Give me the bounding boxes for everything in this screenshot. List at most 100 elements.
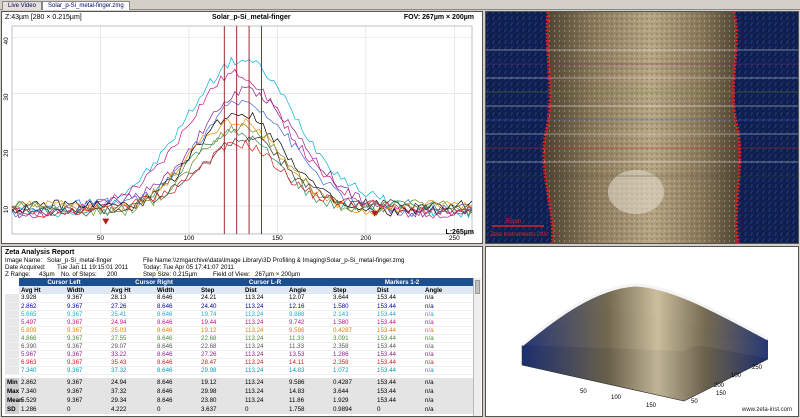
stats-row: Mean 5.529 9.367 29.34 8.646 23.80 113.24 11.86… <box>5 396 473 405</box>
table-cell: 19.74 <box>199 310 244 319</box>
table-cell: 113.24 <box>243 294 288 303</box>
table-cell: 11.33 <box>287 342 332 351</box>
stats-label: Mean <box>5 396 23 405</box>
table-cell: 153.44 <box>375 318 424 327</box>
table-cell: n/a <box>423 318 474 327</box>
profile-series-line <box>11 99 473 218</box>
table-cell: 9.888 <box>287 310 332 319</box>
stats-cell: 0 <box>243 405 287 414</box>
stats-cell: 9.367 <box>65 396 109 405</box>
table-row[interactable]: 5.967 9.367 33.22 8.646 27.26 113.24 13.53 1.28… <box>5 350 474 359</box>
table-cell: 24.94 <box>109 318 156 327</box>
surface-image: 50µm Zeta Instruments 20X <box>486 12 798 243</box>
group-header: Cursor Right <box>109 278 200 286</box>
row-selector[interactable] <box>5 318 19 327</box>
table-row[interactable]: 5.665 9.367 25.41 8.646 19.74 113.24 9.888 2.14… <box>5 310 474 319</box>
table-row[interactable]: 3.928 9.367 28.13 8.646 24.21 113.24 12.07 3.64… <box>5 294 474 303</box>
stats-cell: 113.24 <box>243 387 287 396</box>
table-cell: 6.963 <box>19 358 65 367</box>
table-row[interactable]: 7.340 9.367 37.32 8.646 29.98 113.24 14.83 1.07… <box>5 366 474 375</box>
marker-triangle[interactable] <box>102 218 110 225</box>
stats-cell: 19.12 <box>199 378 243 387</box>
stats-cell: 3.637 <box>199 405 243 414</box>
3d-plot-panel[interactable]: 50 100 150 200 250 50 100 150 www.zeta-i… <box>485 246 799 417</box>
stats-cell: 153.44 <box>375 378 423 387</box>
scrollbar-thumb[interactable] <box>475 280 480 294</box>
row-selector[interactable] <box>5 334 19 343</box>
table-cell: 9.367 <box>65 326 110 335</box>
table-cell: 33.22 <box>109 350 156 359</box>
table-cell: 8.646 <box>155 342 200 351</box>
report-scrollbar[interactable] <box>473 278 481 416</box>
table-cell: 28.47 <box>199 358 244 367</box>
table-cell: 19.12 <box>199 326 244 335</box>
stats-cell: 37.32 <box>109 387 155 396</box>
y-tick-label: 40 <box>3 37 10 45</box>
table-cell: 22.68 <box>199 342 244 351</box>
x-tick-label: 100 <box>183 235 194 242</box>
table-cell: 153.44 <box>375 350 424 359</box>
stats-cell: 29.34 <box>109 396 155 405</box>
row-selector[interactable] <box>5 326 19 335</box>
stats-cell: 7.340 <box>19 387 65 396</box>
stats-cell: 153.44 <box>375 396 423 405</box>
table-cell: 12.16 <box>287 302 332 311</box>
row-selector[interactable] <box>5 358 19 367</box>
table-row[interactable]: 2.862 9.367 27.26 8.646 24.40 113.24 12.16 1.58… <box>5 302 474 311</box>
profile-chart[interactable]: 50 100 150 200 250 10 20 30 40 <box>2 12 482 243</box>
row-selector[interactable] <box>5 350 19 359</box>
stats-cell: 29.98 <box>199 387 243 396</box>
table-row[interactable]: 4.866 9.367 27.55 8.646 22.68 113.24 11.33 3.09… <box>5 334 474 343</box>
profile-chart-panel[interactable]: 50 100 150 200 250 10 20 30 40 Z:43µm [280 × 0.2… <box>1 11 483 244</box>
row-selector[interactable] <box>5 366 19 375</box>
report-meta-line-2: Date Acquired: Tue Jan 11 19:15:01 2011 To… <box>5 264 234 271</box>
stats-cell: 9.367 <box>65 378 109 387</box>
table-cell: n/a <box>423 358 474 367</box>
table-row[interactable]: 6.963 9.367 35.43 8.646 28.47 113.24 14.11 2.35… <box>5 358 474 367</box>
table-cell: n/a <box>423 350 474 359</box>
table-row[interactable]: 6.390 9.367 29.07 8.646 22.68 113.24 11.33 2.35… <box>5 342 474 351</box>
report-meta-line-3: Z Range: 43µm No. of Steps: 200 Step Size: 0.… <box>5 271 300 278</box>
table-cell: 14.11 <box>287 358 332 367</box>
column-header: Angle <box>287 286 332 294</box>
table-cell: 24.40 <box>199 302 244 311</box>
stats-cell: 8.646 <box>155 387 199 396</box>
analysis-report-panel: Zeta Analysis Report Image Name: Solar_p-… <box>1 246 483 417</box>
stats-row: SD 1.286 0 4.222 0 3.637 0 1.758 0.9894 0 n/a <box>5 405 473 414</box>
file-name-label: File Name: <box>143 257 173 264</box>
table-cell: 8.646 <box>155 334 200 343</box>
z-range-value: 43µm <box>39 271 55 278</box>
table-cell: 13.53 <box>287 350 332 359</box>
group-header-row: Cursor Left Cursor Right Cursor L-R Mark… <box>5 278 474 286</box>
table-row[interactable]: 5.809 9.367 25.03 8.646 19.12 113.24 9.586 0.42… <box>5 326 474 335</box>
stats-cell: 9.367 <box>65 387 109 396</box>
stats-cell: 153.44 <box>375 387 423 396</box>
table-cell: 28.13 <box>109 294 156 303</box>
x-tick-label: 50 <box>97 235 105 242</box>
stats-cell: 3.644 <box>331 387 375 396</box>
tab-live-video[interactable]: Live Video <box>2 1 42 10</box>
table-cell: 8.646 <box>155 294 200 303</box>
table-cell: n/a <box>423 334 474 343</box>
table-cell: 9.367 <box>65 366 110 375</box>
tab-zmg-file[interactable]: Solar_p-Si_metal-finger.zmg <box>42 1 130 10</box>
table-cell: 4.866 <box>19 334 65 343</box>
table-row[interactable]: 5.497 9.367 24.94 8.646 19.44 113.24 9.742 1.58… <box>5 318 474 327</box>
table-cell: 14.83 <box>287 366 332 375</box>
row-selector[interactable] <box>5 302 19 311</box>
stats-cell: n/a <box>423 405 473 414</box>
stats-cell: 0.4287 <box>331 378 375 387</box>
table-cell: 113.24 <box>243 342 288 351</box>
table-cell: 7.340 <box>19 366 65 375</box>
row-selector[interactable] <box>5 294 19 303</box>
table-cell: 3.644 <box>331 294 376 303</box>
row-selector[interactable] <box>5 342 19 351</box>
table-cell: 27.26 <box>109 302 156 311</box>
profile-series-line <box>11 56 473 219</box>
table-cell: 113.24 <box>243 326 288 335</box>
table-cell: 12.07 <box>287 294 332 303</box>
surface-image-panel[interactable]: 50µm Zeta Instruments 20X <box>485 11 799 244</box>
table-cell: 8.646 <box>155 310 200 319</box>
table-cell: 9.367 <box>65 310 110 319</box>
row-selector[interactable] <box>5 310 19 319</box>
